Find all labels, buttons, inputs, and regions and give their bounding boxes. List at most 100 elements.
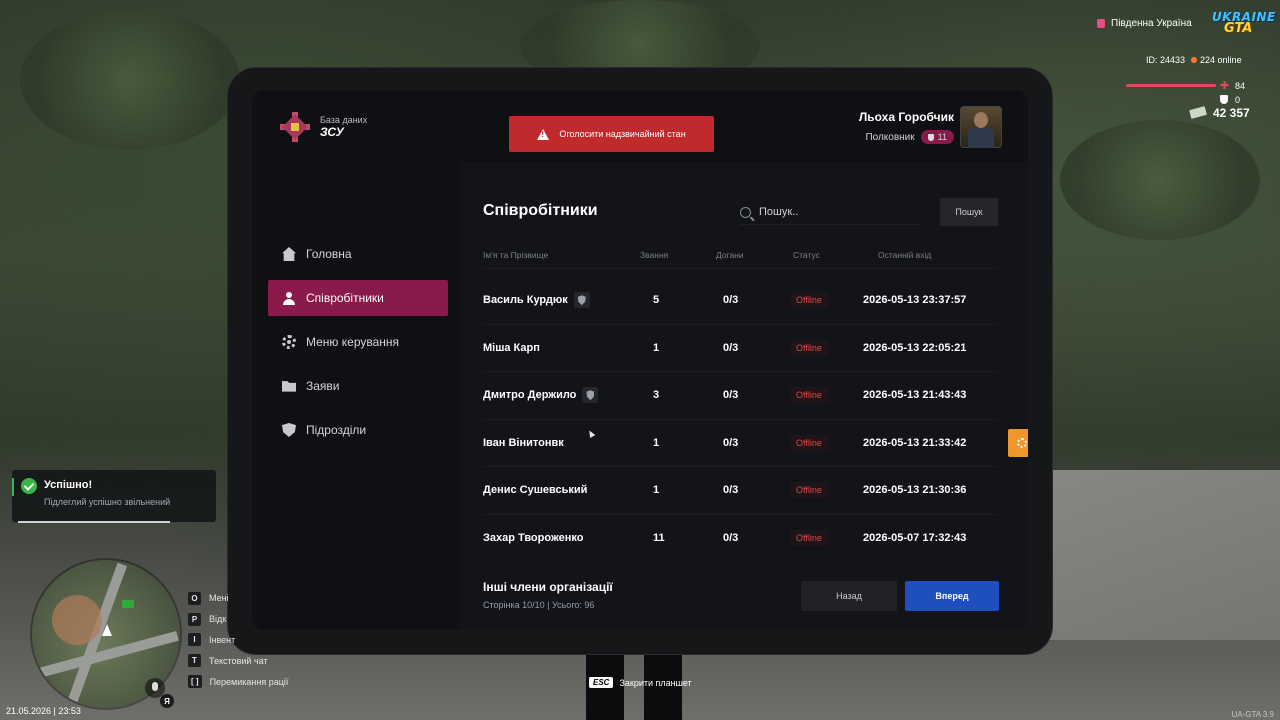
online-count: 224 online (1191, 55, 1242, 65)
brand-subtitle: База даних (320, 115, 368, 125)
shield-icon (927, 133, 934, 141)
table-header: Ім'я та Прізвище Звання Догани Статус Ос… (483, 248, 998, 269)
avatar[interactable] (960, 106, 1002, 148)
language-indicator: Я (160, 694, 174, 708)
close-tablet-hint: ESC Закрити планшет (589, 677, 692, 688)
health-value: 84 (1235, 81, 1246, 91)
table-row[interactable]: Дмитро Держило 3 0/3 Offline 2026-05-13 … (483, 372, 998, 420)
user-rank: Полковник (865, 131, 915, 143)
main-panel: Співробітники Пошук Ім'я та Прізвище Зва… (460, 162, 1028, 630)
column-header-rank: Звання (640, 250, 669, 260)
emergency-button[interactable]: Оголосити надзвичайний стан (509, 116, 714, 152)
search-field (740, 200, 920, 225)
employee-name: Іван Вінитонвк (483, 436, 564, 449)
player-id-line: ID: 24433 224 online (1146, 55, 1242, 65)
back-button[interactable]: Назад (801, 581, 897, 611)
notification-accent (12, 478, 14, 496)
table-row[interactable]: Василь Курдюк 5 0/3 Offline 2026-05-13 2… (483, 277, 998, 325)
zsu-emblem-icon (280, 112, 310, 142)
sidebar-item-employees[interactable]: Співробітники (268, 280, 448, 316)
hotkey-label: Текстовий чат (209, 655, 268, 666)
health-cross-icon: ✚ (1220, 80, 1230, 92)
table-footer: Інші члени організації Сторінка 10/10 | … (483, 580, 613, 610)
brand-title: ЗСУ (320, 125, 344, 139)
next-button[interactable]: Вперед (905, 581, 999, 611)
status-badge: Offline (790, 434, 828, 451)
hotkey-list: O Мені P Відк I Інвент T Текстовий чат [ ] Пе… (188, 588, 288, 692)
sidebar-item-label: Підрозділи (306, 423, 367, 437)
hotkey-label: Перемикання рації (209, 676, 289, 687)
warning-icon (537, 128, 550, 140)
region-indicator: Південна Україна (1097, 18, 1192, 29)
player-id: ID: 24433 (1146, 55, 1186, 65)
table-row[interactable]: Захар Твороженко 11 0/3 Offline 2026-05-… (483, 515, 998, 562)
shield-icon (282, 423, 296, 437)
sidebar-item-home[interactable]: Головна (268, 236, 448, 272)
table-row[interactable]: Міша Карп 1 0/3 Offline 2026-05-13 22:05… (483, 325, 998, 372)
employee-name: Денис Сушевський (483, 484, 588, 497)
column-header-warnings: Догани (716, 250, 744, 260)
sidebar-item-label: Співробітники (306, 291, 384, 305)
hotkey-item: I Інвент (188, 630, 288, 651)
status-badge: Offline (790, 339, 828, 356)
table-row[interactable]: Денис Сушевський 1 0/3 Offline 2026-05-1… (483, 467, 998, 515)
background-tree (1060, 120, 1260, 240)
success-notification: Успішно! Підлеглий успішно звільнений (12, 470, 216, 523)
table-row[interactable]: Іван Вінитонвк 1 0/3 Offline 2026-05-13 … (483, 420, 1028, 467)
column-header-name: Ім'я та Прізвище (483, 250, 549, 260)
notification-title: Успішно! (44, 479, 93, 491)
notification-text: Підлеглий успішно звільнений (44, 497, 171, 507)
pagination-info: Сторінка 10/10 | Усього: 96 (483, 600, 595, 610)
hotkey-label: Мені (209, 593, 229, 604)
health-bar (1126, 84, 1216, 87)
column-header-status: Статус (793, 250, 820, 260)
sidebar-item-control-menu[interactable]: Меню керування (268, 324, 448, 360)
people-icon (282, 291, 296, 305)
employee-warnings: 0/3 (723, 389, 739, 402)
employee-last-login: 2026-05-13 23:37:57 (863, 294, 967, 307)
employee-last-login: 2026-05-13 22:05:21 (863, 341, 967, 354)
employees-table: Василь Курдюк 5 0/3 Offline 2026-05-13 2… (483, 277, 1028, 562)
armor-value: 0 (1235, 95, 1241, 105)
employee-rank: 1 (653, 484, 660, 497)
game-logo: UKRAINE GTA (1212, 10, 1275, 40)
page-title: Співробітники (483, 202, 598, 219)
hotkey-label: Інвент (209, 634, 236, 645)
status-badge: Offline (790, 529, 828, 546)
folder-icon (282, 381, 296, 392)
user-level-badge: 11 (920, 130, 954, 144)
search-input[interactable] (757, 205, 901, 219)
sidebar-item-divisions[interactable]: Підрозділи (268, 412, 448, 448)
gear-icon (282, 335, 296, 349)
employee-warnings: 0/3 (723, 531, 739, 544)
brand: База даних ЗСУ (280, 112, 367, 142)
employee-rank: 11 (653, 531, 665, 544)
status-badge: Offline (790, 482, 828, 499)
online-dot-icon (1191, 57, 1198, 63)
sidebar-nav: Головна Співробітники Меню керування Зая… (268, 236, 448, 456)
search-button[interactable]: Пошук (940, 198, 998, 226)
search-icon (740, 206, 751, 218)
user-level: 11 (937, 132, 947, 142)
sidebar-item-applications[interactable]: Заяви (268, 368, 448, 404)
hotkey-key: P (188, 612, 201, 626)
money-value: 42 357 (1213, 106, 1250, 120)
other-members-heading: Інші члени організації (483, 580, 613, 594)
background-tree (20, 10, 240, 150)
checkmark-icon (21, 478, 37, 494)
online-text: 224 online (1200, 55, 1242, 65)
hotkey-item: T Текстовий чат (188, 650, 288, 671)
hotkey-key: [ ] (188, 675, 202, 689)
employee-warnings: 0/3 (723, 294, 739, 307)
employee-settings-button[interactable] (1008, 428, 1028, 457)
user-rank-row: Полковник 11 (859, 130, 954, 144)
status-badge: Offline (790, 387, 828, 404)
employee-name: Міша Карп (483, 341, 540, 354)
user-name: Льоха Горобчик (858, 110, 954, 124)
status-badge: Offline (790, 292, 828, 309)
version-label: UA-GTA 3.9 (1231, 710, 1274, 719)
gear-icon (1017, 437, 1027, 448)
home-icon (282, 247, 296, 261)
employee-warnings: 0/3 (723, 484, 739, 497)
tablet-screen: База даних ЗСУ Головна Співробітники Мен… (252, 90, 1028, 630)
